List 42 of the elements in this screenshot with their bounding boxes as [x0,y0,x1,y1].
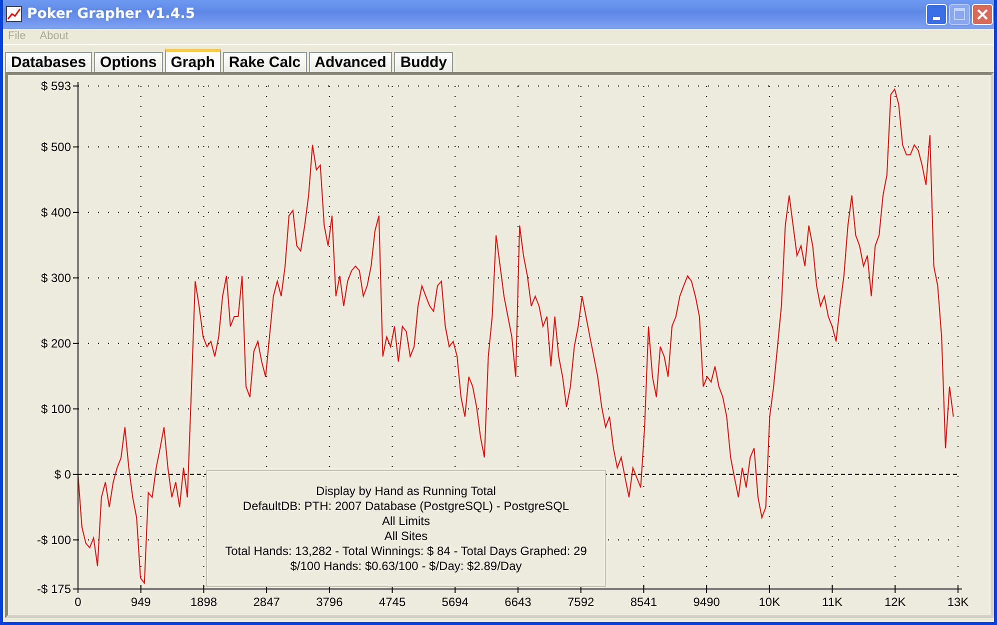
minimize-button[interactable] [926,4,947,25]
tab[interactable]: Graph [164,49,221,72]
info-text: Total Hands: 13,282 - Total Winnings: $ 84 - Total Days Graphed: 29 [225,544,587,558]
x-axis-label: 2847 [253,595,280,609]
x-axis-label: 7592 [568,595,594,609]
line-graph-icon [6,6,22,22]
x-axis-label: 1898 [190,595,218,609]
tab[interactable]: Options [94,52,163,72]
y-axis-label: $ 593 [40,79,71,93]
tab[interactable]: Advanced [308,52,392,72]
x-axis-label: 11K [822,595,843,609]
maximize-button[interactable] [949,4,970,25]
x-axis-label: 12K [884,595,906,609]
y-axis-label: $ 100 [40,402,71,416]
info-text: Display by Hand as Running Total [316,484,496,498]
y-axis-label: -$ 100 [36,532,71,547]
x-axis-label: 6643 [504,595,532,609]
y-axis-label: $ 200 [40,336,71,350]
x-axis-label: 3796 [316,595,343,609]
tab[interactable]: Databases [5,52,92,72]
y-axis-label: -$ 175 [36,582,71,596]
info-text: All Sites [384,528,428,544]
x-axis-label: 10K [758,595,780,609]
y-axis-label: $ 400 [40,205,71,220]
y-axis-label: $ 0 [54,467,71,482]
x-axis-label: 9490 [693,595,720,609]
y-axis-label: $ 300 [40,270,71,285]
x-axis-label: 0 [74,595,82,609]
x-axis-label: 949 [130,595,151,609]
info-text: DefaultDB: PTH: 2007 Database (PostgreSQL) - PostgreSQL [242,498,570,514]
close-button[interactable] [972,4,993,25]
close-icon [976,8,989,21]
tab[interactable]: Buddy [394,52,453,72]
info-text: All Limits [382,514,430,528]
y-axis-label: $ 500 [40,140,71,154]
tab[interactable]: Rake Calc [222,52,307,72]
x-axis-label: 5694 [442,595,468,609]
window-title: Poker Grapher v1.4.5 [27,6,196,22]
x-axis-label: 4745 [378,595,406,609]
info-text: $/100 Hands: $0.63/100 - $/Day: $2.89/Day [290,558,522,574]
x-axis-label: 8541 [630,595,658,609]
x-axis-label: 13K [947,595,969,609]
